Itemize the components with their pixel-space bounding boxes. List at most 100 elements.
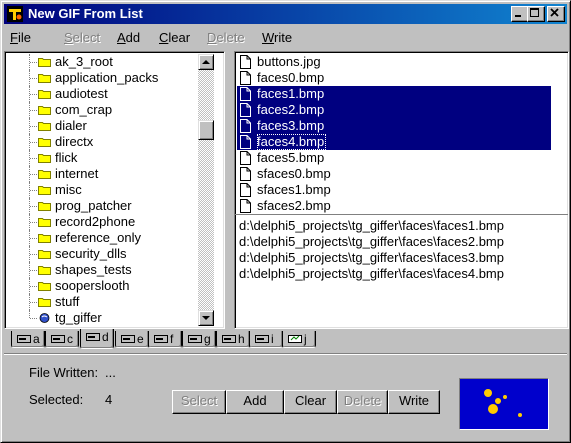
drive-tab-i[interactable]: i [249, 331, 283, 348]
window-title: New GIF From List [28, 6, 143, 21]
drive-letter: g [204, 332, 211, 346]
drive-tab-f[interactable]: f [148, 331, 182, 348]
menu-file[interactable]: File [10, 30, 31, 46]
tree-item[interactable]: record2phone [5, 214, 195, 230]
folder-icon [38, 266, 51, 275]
pane-splitter[interactable] [227, 51, 233, 329]
file-name: faces4.bmp [257, 134, 327, 150]
menu-delete[interactable]: Delete [207, 30, 245, 46]
drive-icon [255, 335, 269, 343]
tree-item[interactable]: internet [5, 166, 195, 182]
folder-label: reference_only [55, 230, 141, 245]
tree-item[interactable]: prog_patcher [5, 198, 195, 214]
tree-item[interactable]: com_crap [5, 102, 195, 118]
file-item[interactable]: faces1.bmp [237, 86, 551, 102]
maximize-button[interactable] [527, 6, 545, 22]
file-name: buttons.jpg [257, 54, 321, 69]
file-item[interactable]: sfaces2.bmp [237, 198, 551, 214]
drive-letter: h [238, 332, 245, 346]
folder-tree[interactable]: ak_3_root application_packs audiotest com_c… [4, 51, 225, 329]
tree-item[interactable]: tg_giffer [5, 310, 195, 326]
folder-label: application_packs [55, 70, 159, 85]
folder-tree-scrollbar[interactable] [198, 54, 214, 326]
drive-tab-e[interactable]: e [115, 331, 149, 348]
close-icon [550, 8, 559, 17]
folder-icon [38, 106, 51, 115]
file-name: sfaces1.bmp [257, 182, 331, 197]
file-item[interactable]: sfaces0.bmp [237, 166, 551, 182]
drive-icon [222, 335, 236, 343]
file-name: faces2.bmp [257, 102, 325, 117]
drive-letter: f [170, 332, 174, 346]
file-icon [240, 87, 251, 101]
folder-icon [38, 138, 51, 147]
file-item[interactable]: buttons.jpg [237, 54, 551, 70]
tree-item[interactable]: flick [5, 150, 195, 166]
folder-label: record2phone [55, 214, 136, 229]
folder-label: sooperslooth [55, 278, 130, 293]
menu-add[interactable]: Add [117, 30, 140, 46]
file-written-label: File Written: [29, 365, 99, 380]
tree-item[interactable]: audiotest [5, 86, 195, 102]
file-item[interactable]: faces0.bmp [237, 70, 551, 86]
scroll-up-button[interactable] [198, 54, 214, 70]
file-icon [240, 151, 251, 165]
tree-item[interactable]: stuff [5, 294, 195, 310]
menu-write[interactable]: Write [262, 30, 292, 46]
folder-icon [38, 154, 51, 163]
file-icon [240, 167, 251, 181]
file-item[interactable]: sfaces1.bmp [237, 182, 551, 198]
drive-icon [51, 335, 65, 343]
scroll-thumb[interactable] [198, 120, 214, 140]
drive-tab-c[interactable]: c [45, 331, 79, 348]
selected-path-item[interactable]: d:\delphi5_projects\tg_giffer\faces\face… [239, 234, 504, 250]
tree-item[interactable]: misc [5, 182, 195, 198]
tree-item[interactable]: security_dlls [5, 246, 195, 262]
drive-tab-d[interactable]: d [80, 329, 114, 349]
write-button[interactable]: Write [388, 390, 440, 414]
file-item[interactable]: faces3.bmp [237, 118, 551, 134]
delete-button[interactable]: Delete [337, 390, 388, 414]
drive-tab-g[interactable]: g [182, 331, 216, 348]
tree-item[interactable]: shapes_tests [5, 262, 195, 278]
menu-select[interactable]: Select [64, 30, 100, 46]
selected-path-list[interactable]: d:\delphi5_projects\tg_giffer\faces\face… [237, 216, 565, 324]
drive-icon [17, 335, 31, 343]
drive-tab-a[interactable]: a [11, 331, 45, 348]
select-button[interactable]: Select [172, 390, 226, 414]
scroll-down-button[interactable] [198, 310, 214, 326]
tree-item[interactable]: dialer [5, 118, 195, 134]
close-button[interactable] [547, 6, 565, 22]
tree-item[interactable]: application_packs [5, 70, 195, 86]
file-icon [240, 135, 251, 149]
folder-label: stuff [55, 294, 80, 309]
tree-item[interactable]: sooperslooth [5, 278, 195, 294]
open-folder-icon [39, 313, 50, 323]
drive-tab-j[interactable]: j [282, 331, 316, 348]
add-button[interactable]: Add [226, 390, 284, 414]
file-item[interactable]: faces4.bmp [237, 134, 551, 150]
file-list[interactable]: buttons.jpg faces0.bmp faces1.bmp faces2.bm… [237, 54, 553, 214]
folder-icon [38, 250, 51, 259]
drive-tab-h[interactable]: h [216, 331, 250, 348]
folder-label: security_dlls [55, 246, 127, 261]
selected-label: Selected: [29, 392, 84, 407]
title-bar[interactable]: New GIF From List [4, 4, 567, 24]
tree-item[interactable]: reference_only [5, 230, 195, 246]
drive-letter: a [33, 332, 40, 346]
app-icon[interactable] [6, 5, 24, 23]
selected-path-item[interactable]: d:\delphi5_projects\tg_giffer\faces\face… [239, 250, 504, 266]
folder-label: audiotest [55, 86, 108, 101]
tree-item[interactable]: ak_3_root [5, 54, 195, 70]
file-item[interactable]: faces2.bmp [237, 102, 551, 118]
menu-clear[interactable]: Clear [159, 30, 190, 46]
drive-letter: d [102, 330, 109, 344]
clear-button[interactable]: Clear [284, 390, 337, 414]
selected-path-item[interactable]: d:\delphi5_projects\tg_giffer\faces\face… [239, 266, 504, 282]
folder-icon [38, 74, 51, 83]
tree-item[interactable]: directx [5, 134, 195, 150]
selected-path-item[interactable]: d:\delphi5_projects\tg_giffer\faces\face… [239, 218, 504, 234]
file-item[interactable]: faces5.bmp [237, 150, 551, 166]
folder-label: shapes_tests [55, 262, 132, 277]
file-name: sfaces0.bmp [257, 166, 331, 181]
